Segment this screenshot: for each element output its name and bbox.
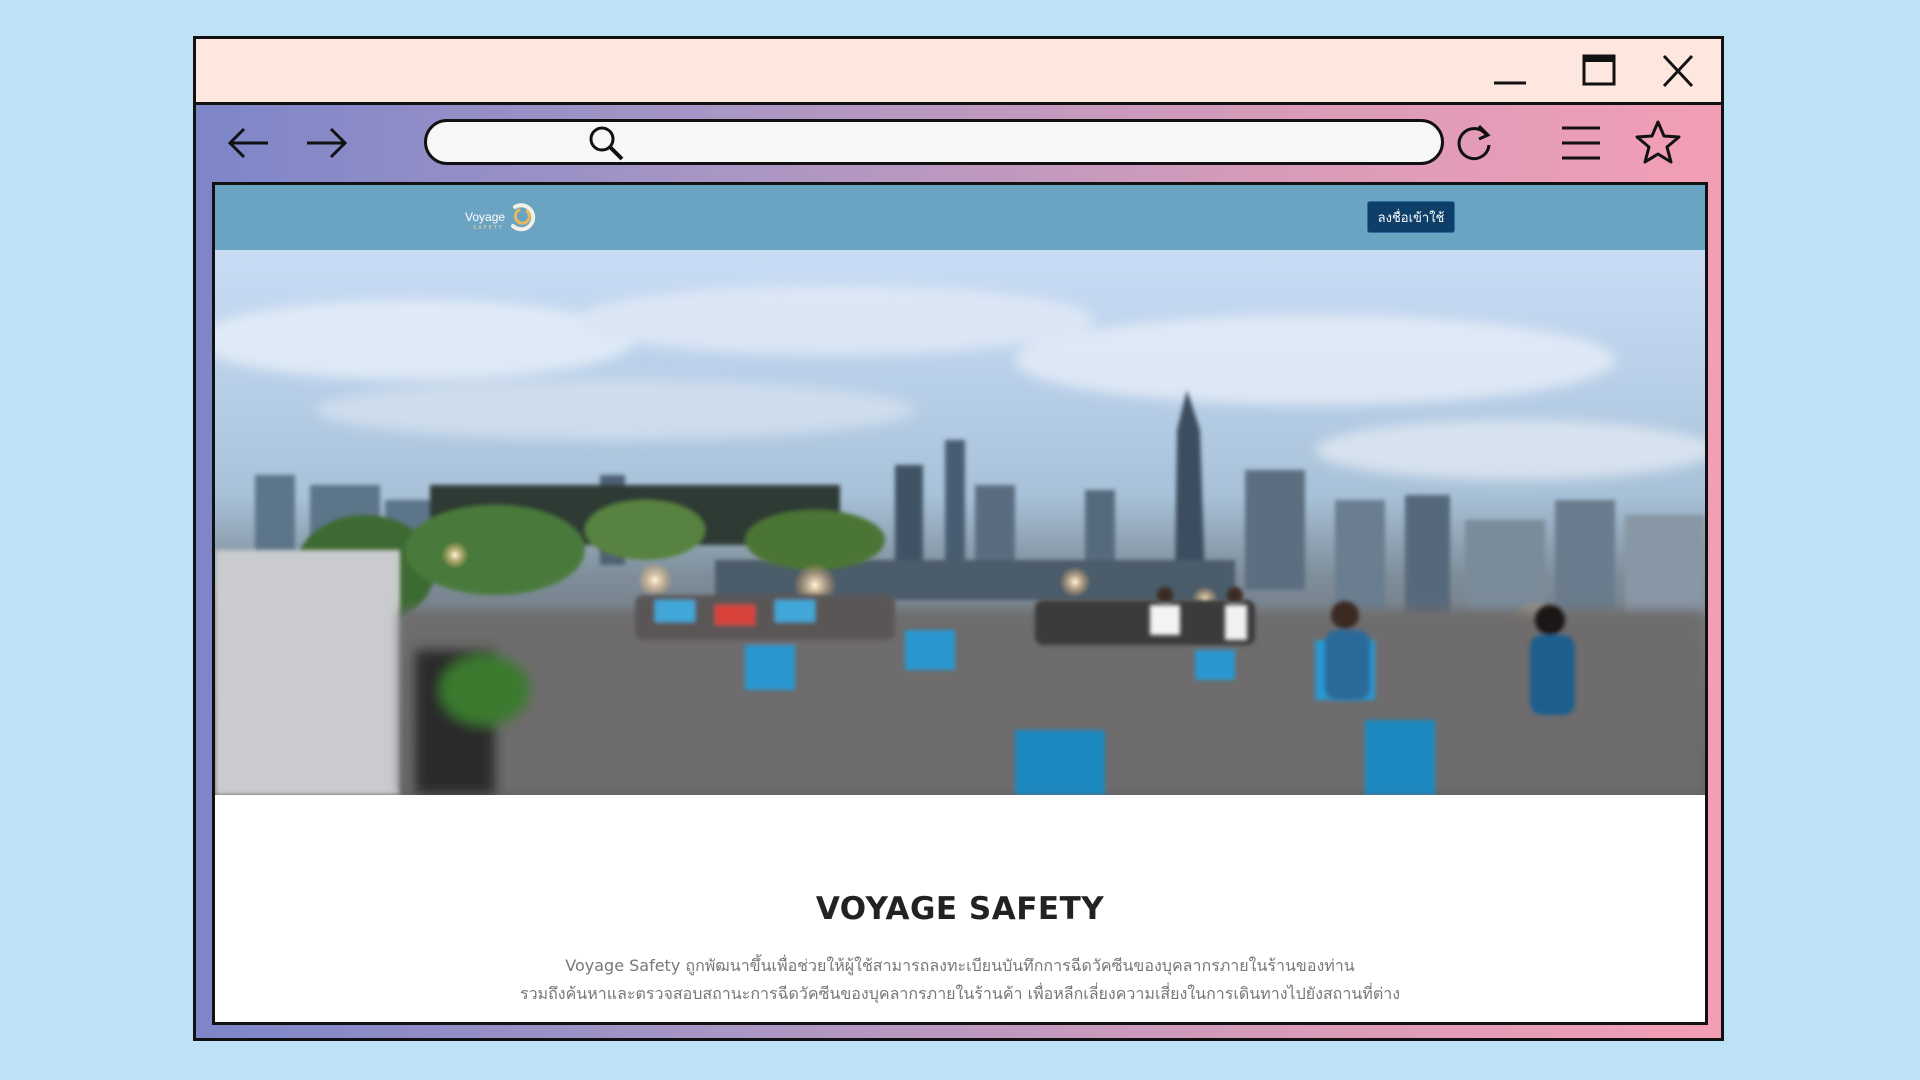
- site-header: Voyage SAFETY ลงชื่อเข้าใช้: [215, 185, 1705, 250]
- minimize-icon[interactable]: [1488, 53, 1532, 89]
- title-bar: [196, 39, 1721, 105]
- maximize-icon[interactable]: [1577, 53, 1621, 89]
- hero-image: [215, 250, 1705, 795]
- description-line-1: Voyage Safety ถูกพัฒนาขึ้นเพื่อช่วยให้ผู…: [565, 956, 1355, 975]
- reload-icon[interactable]: [1449, 118, 1499, 168]
- login-button[interactable]: ลงชื่อเข้าใช้: [1367, 201, 1455, 233]
- logo-ring-icon: [511, 203, 536, 232]
- browser-window: Voyage SAFETY ลงชื่อเข้าใช้ VOYAGE SAFET…: [193, 36, 1724, 1041]
- page-title: VOYAGE SAFETY: [815, 891, 1105, 927]
- arrow-left-icon[interactable]: [224, 118, 274, 168]
- close-icon[interactable]: [1656, 53, 1700, 89]
- site-logo[interactable]: Voyage SAFETY: [465, 199, 537, 235]
- description-line-2: รวมถึงค้นหาและตรวจสอบสถานะการฉีดวัคซีนขอ…: [519, 984, 1401, 1003]
- description-text: Voyage Safety ถูกพัฒนาขึ้นเพื่อช่วยให้ผู…: [215, 952, 1705, 1008]
- arrow-right-icon[interactable]: [301, 118, 351, 168]
- logo-text: Voyage: [465, 210, 506, 224]
- intro-section: VOYAGE SAFETY Voyage Safety ถูกพัฒนาขึ้น…: [215, 795, 1705, 1022]
- hamburger-icon[interactable]: [1556, 118, 1606, 168]
- address-bar-input[interactable]: [424, 119, 1444, 165]
- web-viewport: Voyage SAFETY ลงชื่อเข้าใช้ VOYAGE SAFET…: [212, 182, 1708, 1025]
- rooftop-city-image: [215, 285, 1705, 795]
- star-icon[interactable]: [1633, 118, 1683, 168]
- logo-subtext: SAFETY: [473, 225, 504, 231]
